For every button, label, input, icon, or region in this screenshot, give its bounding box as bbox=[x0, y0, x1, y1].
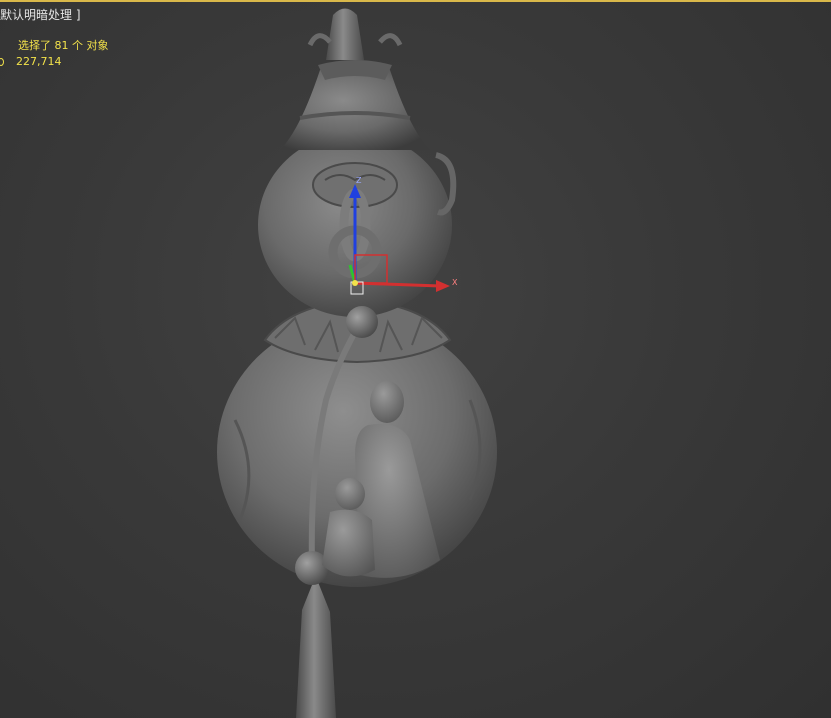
top-finial bbox=[326, 8, 364, 60]
3d-viewport[interactable]: 默认明暗处理 ] 选择了 81 个 对象 227,714 Z X bbox=[0, 0, 831, 718]
handle-stem bbox=[296, 580, 336, 718]
figure-child-head bbox=[335, 478, 365, 510]
gizmo-x-arrow-icon[interactable] bbox=[436, 280, 450, 292]
gizmo-z-label: Z bbox=[356, 176, 362, 185]
figure-child-body bbox=[322, 509, 375, 577]
cord-bead-top bbox=[346, 306, 378, 338]
gizmo-pivot[interactable] bbox=[352, 280, 358, 286]
gourd-sculpture-model[interactable]: Z X bbox=[0, 0, 831, 718]
figure-guanyin-head bbox=[370, 381, 404, 423]
gizmo-x-label: X bbox=[452, 278, 458, 287]
upper-neck bbox=[280, 70, 430, 150]
